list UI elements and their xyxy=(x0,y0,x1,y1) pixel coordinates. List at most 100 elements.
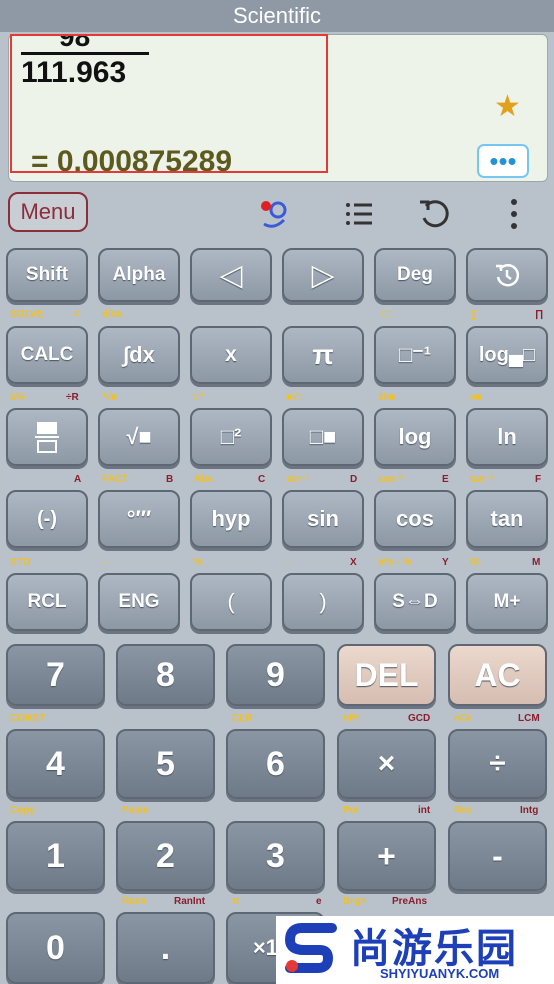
degree-minute-second-key[interactable]: °′″ xyxy=(98,490,180,548)
cos-key[interactable]: cos xyxy=(374,490,456,548)
menu-button[interactable]: Menu xyxy=(8,192,88,232)
label-ran: Ran# xyxy=(122,896,147,907)
calc-key[interactable]: CALC xyxy=(6,326,88,384)
clock-history-icon xyxy=(496,264,520,287)
digit-5-key[interactable]: 5 xyxy=(116,729,215,799)
fraction-denominator: 111.963 xyxy=(21,56,127,89)
plus-key[interactable]: + xyxy=(337,821,436,891)
label-div-remainder: ÷R xyxy=(66,392,79,403)
s-to-d-key[interactable]: S⇔D xyxy=(374,573,456,631)
label-fact: FACT xyxy=(102,474,129,485)
label-arccos: cos⁻¹ xyxy=(378,474,404,485)
open-paren-key[interactable]: ( xyxy=(190,573,272,631)
label-nth-root: ■√□ xyxy=(286,392,304,403)
label-clr: CLR xyxy=(232,713,253,724)
minus-key[interactable]: - xyxy=(448,821,547,891)
label-gcd: GCD xyxy=(408,713,431,724)
rcl-key[interactable]: RCL xyxy=(6,573,88,631)
label-arcsin: sin⁻¹ xyxy=(286,474,310,485)
undo-icon[interactable] xyxy=(414,194,454,234)
more-options-button[interactable]: ••• xyxy=(477,144,529,178)
digit-3-key[interactable]: 3 xyxy=(226,821,325,891)
digit-6-key[interactable]: 6 xyxy=(226,729,325,799)
multiply-key[interactable]: × xyxy=(337,729,436,799)
label-int: int xyxy=(418,805,431,816)
sin-key[interactable]: sin xyxy=(282,490,364,548)
label-abs: Abs xyxy=(194,474,213,485)
angle-mode-key[interactable]: Deg xyxy=(374,248,456,302)
pi-key[interactable]: π xyxy=(282,326,364,384)
ln-key[interactable]: ln xyxy=(466,408,548,466)
label-e: E xyxy=(442,474,449,485)
label-f: F xyxy=(535,474,542,485)
label-sto: STO xyxy=(10,557,31,568)
close-paren-key[interactable]: ) xyxy=(282,573,364,631)
label-pol: Pol xyxy=(343,805,359,816)
integral-key[interactable]: ∫dx xyxy=(98,326,180,384)
fraction-icon xyxy=(35,422,59,453)
shift-key[interactable]: Shift xyxy=(6,248,88,302)
history-key[interactable] xyxy=(466,248,548,302)
label-cube-root: ³√■ xyxy=(102,392,117,403)
overflow-menu-icon[interactable] xyxy=(494,194,534,234)
negative-key[interactable]: (-) xyxy=(6,490,88,548)
window-title: Scientific xyxy=(232,3,322,28)
hyp-key[interactable]: hyp xyxy=(190,490,272,548)
history-list-icon[interactable] xyxy=(338,194,378,234)
sqrt-key[interactable]: √■ xyxy=(98,408,180,466)
label-copy: Copy xyxy=(10,805,35,816)
label-b: B xyxy=(166,474,174,485)
digit-7-key[interactable]: 7 xyxy=(6,644,105,706)
result-value: = 0.000875289 xyxy=(31,145,233,178)
label-x: X xyxy=(350,557,357,568)
digit-2-key[interactable]: 2 xyxy=(116,821,215,891)
reciprocal-key[interactable]: □⁻¹ xyxy=(374,326,456,384)
label-c: C xyxy=(258,474,266,485)
digit-4-key[interactable]: 4 xyxy=(6,729,105,799)
tan-key[interactable]: tan xyxy=(466,490,548,548)
toolbar: Menu xyxy=(0,188,554,240)
label-arrow: ← xyxy=(102,557,112,568)
label-d: D xyxy=(350,474,358,485)
label-pi: π xyxy=(232,896,240,907)
watermark-logo-icon xyxy=(284,923,337,973)
label-m: M xyxy=(532,557,541,568)
digit-9-key[interactable]: 9 xyxy=(226,644,325,706)
label-rec: Rec xyxy=(454,805,473,816)
label-solve: SOLVE xyxy=(10,309,44,320)
m-plus-key[interactable]: M+ xyxy=(466,573,548,631)
digit-0-key[interactable]: 0 xyxy=(6,912,105,984)
calculator-display: 98 111.963 = 0.000875289 ★ ••• xyxy=(8,34,548,182)
watermark-text-en: SHYIYUANYK.COM xyxy=(380,966,500,981)
label-e-power: e■ xyxy=(470,392,482,403)
alpha-key[interactable]: Alpha xyxy=(98,248,180,302)
label-intg: Intg xyxy=(520,805,539,816)
label-m-minus: M- xyxy=(470,557,482,568)
cursor-left-key[interactable]: ◁ xyxy=(190,248,272,302)
label-e-const: e xyxy=(316,896,322,907)
square-key[interactable]: □² xyxy=(190,408,272,466)
theme-icon[interactable] xyxy=(254,194,294,234)
favorite-star-icon[interactable]: ★ xyxy=(494,89,521,124)
eng-key[interactable]: ENG xyxy=(98,573,180,631)
cursor-right-key[interactable]: ▷ xyxy=(282,248,364,302)
all-clear-key[interactable]: AC xyxy=(448,644,547,706)
label-paste: Paste xyxy=(122,805,149,816)
label-const: CONST xyxy=(10,713,45,724)
label-npr: nPr xyxy=(343,713,360,724)
fraction-key[interactable] xyxy=(6,408,88,466)
label-drg: Drg> xyxy=(343,896,367,907)
delete-key[interactable]: DEL xyxy=(337,644,436,706)
power-key[interactable]: □■ xyxy=(282,408,364,466)
log-key[interactable]: log xyxy=(374,408,456,466)
label-cube: □³ xyxy=(194,392,204,403)
divide-key[interactable]: ÷ xyxy=(448,729,547,799)
log-base-key[interactable]: log▄□ xyxy=(466,326,548,384)
digit-1-key[interactable]: 1 xyxy=(6,821,105,891)
digit-8-key[interactable]: 8 xyxy=(116,644,215,706)
label-ten-power: 10■ xyxy=(378,392,396,403)
decimal-point-key[interactable]: . xyxy=(116,912,215,984)
label-arctan: tan⁻¹ xyxy=(470,474,494,485)
variable-x-key[interactable]: x xyxy=(190,326,272,384)
label-ddx: d/dx xyxy=(102,309,123,320)
